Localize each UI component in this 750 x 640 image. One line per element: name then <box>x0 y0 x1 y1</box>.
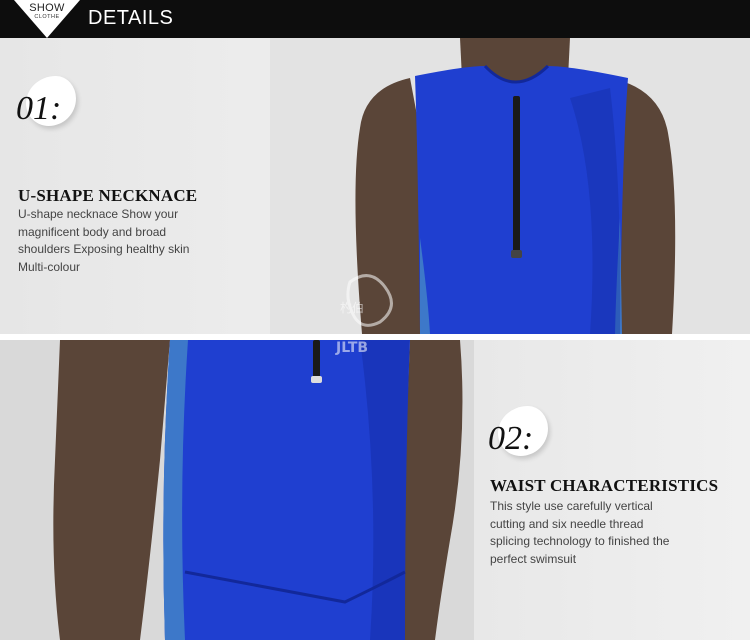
zipper <box>513 96 520 256</box>
feature-number-badge: 01: <box>16 76 96 136</box>
watermark-svg: 杓伯 JLTB <box>335 274 393 356</box>
feature-number-badge: 02: <box>488 406 568 466</box>
feature-neckline: 01: U-SHAPE NECKNACE U-shape necknace Sh… <box>16 76 246 276</box>
badge-show-text: SHOW <box>29 2 65 14</box>
feature-description: U-shape necknace Show your magnificent b… <box>18 207 190 274</box>
badge-clothe-text: CLOTHE <box>34 14 60 20</box>
feature-description: This style use carefully vertical cuttin… <box>490 499 670 566</box>
feature-number: 01: <box>16 90 62 127</box>
zipper <box>313 340 320 380</box>
feature-title: WAIST CHARACTERISTICS <box>490 476 719 495</box>
zipper-pull <box>511 250 522 258</box>
feature-title: U-SHAPE NECKNACE <box>18 186 198 205</box>
zipper-pull <box>311 376 322 383</box>
waist-photo <box>0 340 474 640</box>
watermark-cn-text: 杓伯 <box>340 300 364 315</box>
feature-waist: 02: WAIST CHARACTERISTICS This style use… <box>488 406 748 606</box>
detail-panel-waist: 02: WAIST CHARACTERISTICS This style use… <box>0 340 750 640</box>
waist-photo-svg <box>0 340 474 640</box>
brand-watermark-logo: 杓伯 JLTB <box>330 272 410 362</box>
header-bar: SHOW CLOTHE DETAILS <box>0 0 750 38</box>
watermark-brand-text: JLTB <box>335 340 368 356</box>
brand-badge: SHOW CLOTHE <box>14 0 80 38</box>
feature-number: 02: <box>488 420 534 457</box>
section-title: DETAILS <box>88 7 174 29</box>
